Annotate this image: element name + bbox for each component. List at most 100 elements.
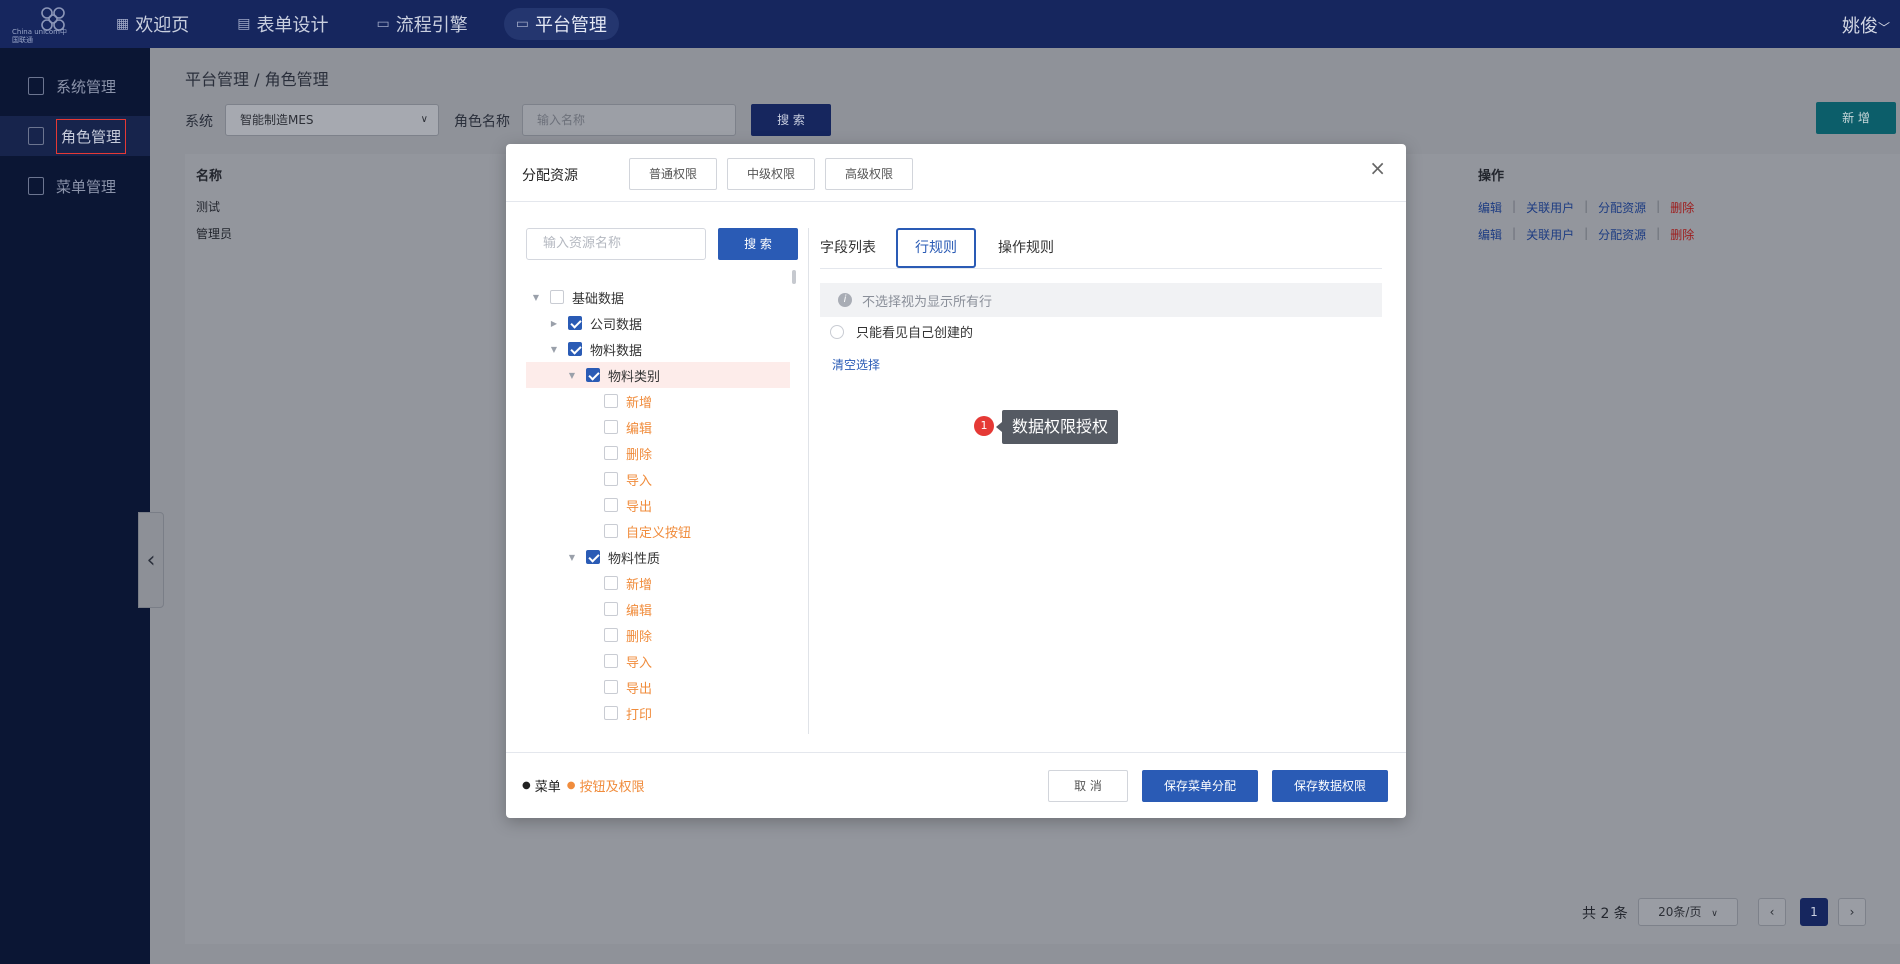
tree-checkbox[interactable] bbox=[604, 498, 618, 512]
tree-node[interactable]: ▼ 基础数据 bbox=[526, 284, 790, 310]
nav-platform-admin[interactable]: ▭ 平台管理 bbox=[503, 8, 619, 40]
tree-checkbox[interactable] bbox=[604, 394, 618, 408]
tree-node-label: 编辑 bbox=[626, 421, 653, 437]
tree-node[interactable]: 导入 bbox=[526, 466, 790, 492]
prev-page-button[interactable]: ‹ bbox=[1758, 898, 1786, 926]
tree-checkbox[interactable] bbox=[604, 680, 618, 694]
nav-label: 欢迎页 bbox=[135, 15, 190, 36]
system-label: 系统 bbox=[185, 114, 213, 130]
tab-basic-permission[interactable]: 普通权限 bbox=[629, 158, 717, 190]
save-data-permission-button[interactable]: 保存数据权限 bbox=[1272, 770, 1388, 802]
tree-checkbox[interactable] bbox=[604, 446, 618, 460]
resource-search-input[interactable]: 输入资源名称 bbox=[526, 228, 706, 260]
tree-node[interactable]: ▶ 公司数据 bbox=[526, 310, 790, 336]
tree-checkbox[interactable] bbox=[604, 654, 618, 668]
save-menu-button[interactable]: 保存菜单分配 bbox=[1142, 770, 1258, 802]
tree-node[interactable]: 新增 bbox=[526, 388, 790, 414]
tab-operation-rules[interactable]: 操作规则 bbox=[998, 228, 1054, 268]
nav-flow-engine[interactable]: ▭ 流程引擎 bbox=[364, 8, 479, 40]
tree-scrollbar[interactable] bbox=[792, 270, 796, 284]
tree-checkbox[interactable] bbox=[568, 316, 582, 330]
user-menu[interactable]: 姚俊﹀ bbox=[1842, 12, 1890, 38]
tree-node[interactable]: ▼ 物料数据 bbox=[526, 336, 790, 362]
tab-row-rules[interactable]: 行规则 bbox=[896, 228, 976, 268]
tree-checkbox[interactable] bbox=[604, 628, 618, 642]
related-users-link[interactable]: 关联用户 bbox=[1526, 199, 1574, 216]
sidebar-item-system[interactable]: 系统管理 bbox=[0, 66, 150, 106]
assign-resource-link[interactable]: 分配资源 bbox=[1598, 199, 1646, 216]
search-button[interactable]: 搜 索 bbox=[751, 104, 831, 136]
page-size-select[interactable]: 20条/页 ∨ bbox=[1638, 898, 1738, 926]
caret-right-icon[interactable]: ▶ bbox=[550, 319, 558, 328]
tree-node[interactable]: 新增 bbox=[526, 570, 790, 596]
tree-node[interactable]: 导出 bbox=[526, 674, 790, 700]
tree-checkbox[interactable] bbox=[586, 550, 600, 564]
sidebar: 系统管理 角色管理 菜单管理 bbox=[0, 48, 150, 964]
breadcrumb: 平台管理 / 角色管理 bbox=[185, 70, 329, 89]
next-page-button[interactable]: › bbox=[1838, 898, 1866, 926]
tree-node[interactable]: 自定义按钮 bbox=[526, 518, 790, 544]
caret-down-icon[interactable]: ▼ bbox=[568, 371, 576, 380]
clear-selection-link[interactable]: 清空选择 bbox=[832, 356, 880, 373]
delete-link[interactable]: 删除 bbox=[1670, 199, 1694, 216]
edit-link[interactable]: 编辑 bbox=[1478, 199, 1502, 216]
page-number-current[interactable]: 1 bbox=[1800, 898, 1828, 926]
tab-field-list[interactable]: 字段列表 bbox=[820, 228, 876, 268]
tree-checkbox[interactable] bbox=[586, 368, 600, 382]
sidebar-item-label: 系统管理 bbox=[56, 77, 117, 96]
close-icon[interactable]: × bbox=[1369, 156, 1386, 180]
tree-node[interactable]: 导出 bbox=[526, 492, 790, 518]
tree-node[interactable]: 导入 bbox=[526, 648, 790, 674]
caret-down-icon[interactable]: ▼ bbox=[550, 345, 558, 354]
tree-node[interactable]: 删除 bbox=[526, 622, 790, 648]
tree-node[interactable]: 编辑 bbox=[526, 596, 790, 622]
delete-link[interactable]: 删除 bbox=[1670, 226, 1694, 243]
tree-node[interactable]: 编辑 bbox=[526, 414, 790, 440]
system-icon bbox=[28, 77, 44, 95]
tree-checkbox[interactable] bbox=[568, 342, 582, 356]
nav-form-design[interactable]: ▤ 表单设计 bbox=[225, 8, 340, 40]
separator: | bbox=[1584, 226, 1589, 240]
tree-checkbox[interactable] bbox=[604, 472, 618, 486]
dialog-header: 分配资源 普通权限 中级权限 高级权限 × bbox=[506, 144, 1406, 202]
role-name-label: 角色名称 bbox=[454, 114, 510, 130]
system-select[interactable]: 智能制造MES ∨ bbox=[225, 104, 439, 136]
tree-node-label: 导出 bbox=[626, 681, 653, 697]
caret-down-icon[interactable]: ▼ bbox=[568, 553, 576, 562]
radio-button[interactable] bbox=[830, 324, 844, 339]
logo[interactable]: China unicom中国联通 bbox=[0, 0, 80, 48]
dialog-footer-divider bbox=[506, 752, 1406, 753]
tree-checkbox[interactable] bbox=[550, 290, 564, 304]
tree-node[interactable]: 删除 bbox=[526, 440, 790, 466]
tree-node[interactable]: ▼ 物料类别 bbox=[526, 362, 790, 388]
tree-checkbox[interactable] bbox=[604, 706, 618, 720]
tree-node-label: 删除 bbox=[626, 447, 653, 463]
assign-resource-dialog: 分配资源 普通权限 中级权限 高级权限 × 输入资源名称 搜 索 ▼ 基础数据 ▶ 公… bbox=[506, 144, 1406, 818]
tree-node[interactable]: ▼ 物料性质 bbox=[526, 544, 790, 570]
caret-down-icon[interactable]: ▼ bbox=[532, 293, 540, 302]
tree-checkbox[interactable] bbox=[604, 602, 618, 616]
cancel-button[interactable]: 取 消 bbox=[1048, 770, 1128, 802]
sidebar-item-label: 菜单管理 bbox=[56, 177, 117, 196]
sidebar-item-menu[interactable]: 菜单管理 bbox=[0, 166, 150, 206]
tab-intermediate-permission[interactable]: 中级权限 bbox=[727, 158, 815, 190]
tree-checkbox[interactable] bbox=[604, 420, 618, 434]
tree-checkbox[interactable] bbox=[604, 576, 618, 590]
sidebar-collapse-button[interactable]: ‹ bbox=[138, 512, 164, 608]
system-select-value: 智能制造MES bbox=[240, 113, 314, 127]
tab-advanced-permission[interactable]: 高级权限 bbox=[825, 158, 913, 190]
tree-node-label: 物料类别 bbox=[608, 369, 661, 385]
sidebar-item-role[interactable]: 角色管理 bbox=[0, 116, 150, 156]
related-users-link[interactable]: 关联用户 bbox=[1526, 226, 1574, 243]
own-rows-option[interactable]: 只能看见自己创建的 bbox=[830, 322, 973, 341]
assign-resource-link[interactable]: 分配资源 bbox=[1598, 226, 1646, 243]
resource-search-button[interactable]: 搜 索 bbox=[718, 228, 798, 260]
edit-link[interactable]: 编辑 bbox=[1478, 226, 1502, 243]
role-name-input[interactable]: 输入名称 bbox=[522, 104, 736, 136]
tree-checkbox[interactable] bbox=[604, 524, 618, 538]
info-text: 不选择视为显示所有行 bbox=[862, 294, 993, 310]
tree-node[interactable]: 打印 bbox=[526, 700, 790, 726]
nav-welcome[interactable]: ▦ 欢迎页 bbox=[104, 8, 201, 40]
add-button[interactable]: 新 增 bbox=[1816, 102, 1896, 134]
menu-icon bbox=[28, 177, 44, 195]
